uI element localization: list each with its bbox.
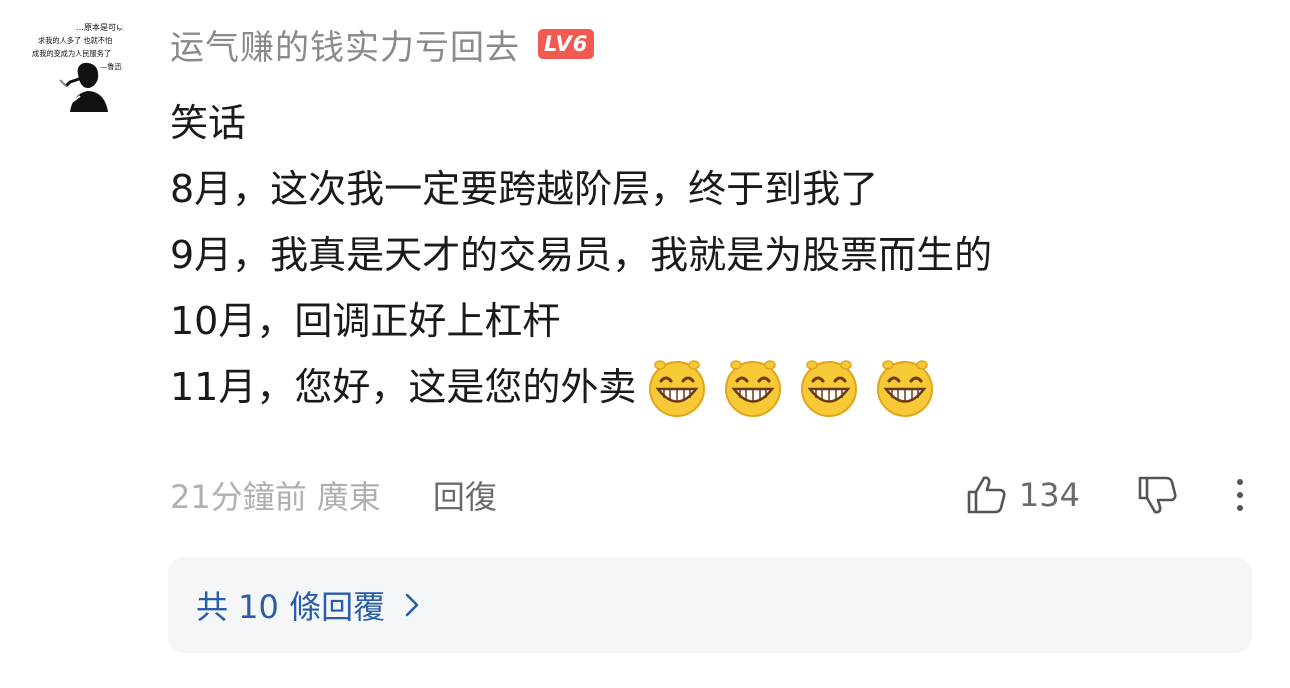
more-options-button[interactable] <box>1230 479 1250 511</box>
avatar-text-1: …原本是可以… <box>76 22 132 32</box>
like-count: 134 <box>1018 476 1080 514</box>
avatar-text-2: 求我的人多了 也就不怕 <box>38 36 112 45</box>
level-badge: LV6 <box>538 29 595 59</box>
grinning-face-icon <box>801 360 858 417</box>
more-dot-icon <box>1237 479 1243 485</box>
more-dot-icon <box>1237 492 1243 498</box>
comment-actions: 134 <box>965 470 1250 520</box>
thumbs-down-icon <box>1138 476 1177 514</box>
grinning-face-icon <box>649 360 706 417</box>
user-header: 运气赚的钱实力亏回去 LV6 <box>170 18 595 70</box>
view-replies-button[interactable]: 共 10 條回覆 <box>168 557 1252 653</box>
like-button[interactable]: 134 <box>965 474 1080 516</box>
chevron-right-icon <box>403 591 421 619</box>
replies-count-label: 共 10 條回覆 <box>196 588 386 626</box>
comment-line-5: 11月，您好，这是您的外卖 <box>170 354 1230 420</box>
timestamp-location: 21分鐘前 廣東 <box>170 478 381 516</box>
username[interactable]: 运气赚的钱实力亏回去 <box>170 20 520 69</box>
more-dot-icon <box>1237 505 1243 511</box>
avatar-text-4: —鲁迅 <box>100 62 122 71</box>
thumbs-up-icon <box>967 476 1006 514</box>
avatar[interactable]: …原本是可以… 求我的人多了 也就不怕 成我的变成为人民服务了 —鲁迅 <box>26 12 138 124</box>
reply-button[interactable]: 回復 <box>433 472 497 518</box>
comment-card: …原本是可以… 求我的人多了 也就不怕 成我的变成为人民服务了 —鲁迅 运气赚的… <box>0 0 1290 688</box>
comment-text: 笑话 8月，这次我一定要跨越阶层，终于到我了 9月，我真是天才的交易员，我就是为… <box>170 90 1230 420</box>
comment-meta: 21分鐘前 廣東 回復 134 <box>170 470 1250 520</box>
avatar-text-3: 成我的变成为人民服务了 <box>32 49 111 58</box>
grinning-face-icon <box>877 360 934 417</box>
comment-line-4: 10月，回调正好上杠杆 <box>170 299 561 343</box>
dislike-button[interactable] <box>1136 474 1178 516</box>
comment-line-5-text: 11月，您好，这是您的外卖 <box>170 365 637 409</box>
comment-line-2: 8月，这次我一定要跨越阶层，终于到我了 <box>170 167 879 211</box>
comment-line-3: 9月，我真是天才的交易员，我就是为股票而生的 <box>170 233 993 277</box>
comment-line-1: 笑话 <box>170 101 247 145</box>
grinning-face-icon <box>725 360 782 417</box>
